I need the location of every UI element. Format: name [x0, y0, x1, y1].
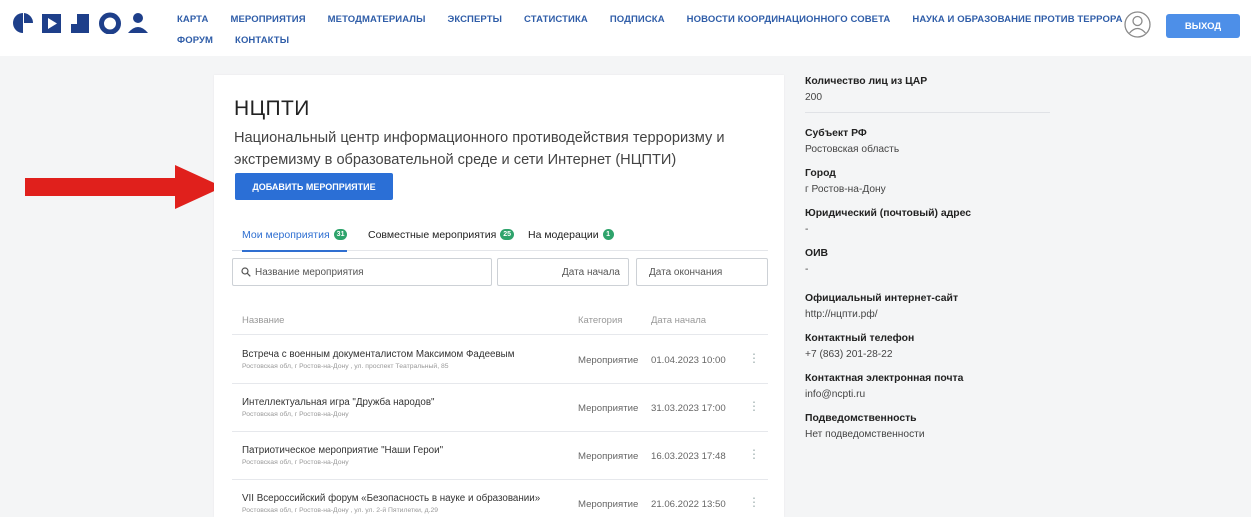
search-icon [241, 267, 251, 277]
column-header-name[interactable]: Название [242, 315, 284, 326]
info-value: Ростовская область [805, 144, 900, 155]
tab-my-events[interactable]: Мои мероприятия 31 [242, 218, 348, 252]
date-end-placeholder: Дата окончания [649, 266, 723, 278]
table-row[interactable]: VII Всероссийский форум «Безопасность в … [232, 480, 768, 517]
event-date: 16.03.2023 17:48 [651, 451, 726, 462]
info-item-phone: Контактный телефон +7 (863) 201-28-22 [805, 333, 1055, 360]
event-title[interactable]: VII Всероссийский форум «Безопасность в … [242, 493, 540, 504]
column-header-start-date[interactable]: Дата начала [651, 315, 706, 326]
event-date: 31.03.2023 17:00 [651, 403, 726, 414]
date-end-input[interactable]: Дата окончания [636, 258, 768, 286]
date-start-input[interactable]: Дата начала [497, 258, 629, 286]
event-category: Мероприятие [578, 403, 639, 414]
event-category: Мероприятие [578, 355, 639, 366]
count-badge: 25 [500, 229, 515, 240]
organization-full-name: Национальный центр информационного проти… [234, 130, 725, 168]
event-category: Мероприятие [578, 499, 639, 510]
event-title[interactable]: Интеллектуальная игра "Дружба народов" [242, 397, 435, 408]
column-header-category[interactable]: Категория [578, 315, 622, 326]
table-row[interactable]: Интеллектуальная игра "Дружба народов" Р… [232, 384, 768, 432]
info-label: Город [805, 168, 836, 179]
info-item-region: Субъект РФ Ростовская область [805, 128, 1055, 155]
info-value[interactable]: info@ncpti.ru [805, 389, 1055, 400]
nav-item-subscription[interactable]: ПОДПИСКА [610, 14, 665, 25]
info-value: +7 (863) 201-28-22 [805, 349, 893, 360]
logout-button[interactable]: ВЫХОД [1166, 14, 1240, 38]
info-value: - [805, 264, 809, 275]
info-label: Количество лиц из ЦАР [805, 76, 928, 87]
search-input[interactable]: Название мероприятия [232, 258, 492, 286]
organization-info-panel: Количество лиц из ЦАР 200 Субъект РФ Рос… [805, 76, 1055, 440]
info-item-car-count: Количество лиц из ЦАР 200 [805, 76, 1055, 103]
info-item-email: Контактная электронная почта info@ncpti.… [805, 373, 1055, 400]
info-label: Контактный телефон [805, 333, 915, 344]
page-title: НЦПТИ [234, 97, 310, 120]
top-header: КАРТА МЕРОПРИЯТИЯ МЕТОДМАТЕРИАЛЫ ЭКСПЕРТ… [0, 0, 1251, 56]
event-title[interactable]: Встреча с военным документалистом Максим… [242, 349, 514, 360]
event-address: Ростовская обл, г Ростов-на-Дону , ул. у… [242, 507, 439, 514]
nav-item-contacts[interactable]: КОНТАКТЫ [235, 35, 289, 46]
event-category: Мероприятие [578, 451, 639, 462]
event-title[interactable]: Патриотическое мероприятие "Наши Герои" [242, 445, 443, 456]
nav-item-map[interactable]: КАРТА [177, 14, 208, 25]
events-tabs: Мои мероприятия 31 Совместные мероприяти… [232, 218, 768, 252]
date-start-placeholder: Дата начала [562, 266, 620, 278]
info-label: Юридический (почтовый) адрес [805, 208, 972, 219]
nav-item-science-vs-terror[interactable]: НАУКА И ОБРАЗОВАНИЕ ПРОТИВ ТЕРРОРА [912, 14, 1122, 25]
info-item-city: Город г Ростов-на-Дону [805, 168, 1055, 195]
nav-item-council-news[interactable]: НОВОСТИ КООРДИНАЦИОННОГО СОВЕТА [687, 14, 891, 25]
info-value[interactable]: http://нцпти.рф/ [805, 309, 1055, 320]
table-row[interactable]: Патриотическое мероприятие "Наши Герои" … [232, 432, 768, 480]
table-row[interactable]: Встреча с военным документалистом Максим… [232, 336, 768, 384]
info-item-legal-address: Юридический (почтовый) адрес - [805, 208, 1055, 235]
info-label: Контактная электронная почта [805, 373, 964, 384]
tab-joint-events[interactable]: Совместные мероприятия 25 [368, 218, 515, 251]
info-label: ОИВ [805, 248, 829, 259]
logo-icon[interactable] [12, 12, 162, 34]
main-nav: КАРТА МЕРОПРИЯТИЯ МЕТОДМАТЕРИАЛЫ ЭКСПЕРТ… [177, 10, 1122, 49]
info-value: - [805, 224, 809, 235]
info-value: г Ростов-на-Дону [805, 184, 886, 195]
info-item-website: Официальный интернет-сайт http://нцпти.р… [805, 293, 1055, 320]
info-value: 200 [805, 92, 822, 103]
red-arrow-icon [25, 165, 223, 209]
event-date: 01.04.2023 10:00 [651, 355, 726, 366]
more-vertical-icon[interactable]: ⋮ [748, 496, 760, 508]
event-address: Ростовская обл, г Ростов-на-Дону [242, 411, 349, 418]
info-item-oiv: ОИВ - [805, 248, 1055, 275]
search-placeholder: Название мероприятия [255, 266, 364, 278]
nav-row-1: КАРТА МЕРОПРИЯТИЯ МЕТОДМАТЕРИАЛЫ ЭКСПЕРТ… [177, 10, 1122, 28]
nav-item-materials[interactable]: МЕТОДМАТЕРИАЛЫ [328, 14, 426, 25]
more-vertical-icon[interactable]: ⋮ [748, 448, 760, 460]
nav-item-events[interactable]: МЕРОПРИЯТИЯ [230, 14, 305, 25]
table-header: Название Категория Дата начала [232, 307, 768, 335]
event-address: Ростовская обл, г Ростов-на-Дону [242, 459, 349, 466]
info-value: Нет подведомственности [805, 429, 925, 440]
organization-card: НЦПТИ Национальный центр информационного… [214, 75, 784, 517]
info-label: Официальный интернет-сайт [805, 293, 959, 304]
nav-item-experts[interactable]: ЭКСПЕРТЫ [447, 14, 502, 25]
tab-label: На модерации [528, 228, 599, 241]
nav-row-2: ФОРУМ КОНТАКТЫ [177, 31, 1097, 49]
profile-icon[interactable] [1124, 11, 1151, 38]
tab-moderation[interactable]: На модерации 1 [528, 218, 614, 251]
nav-item-statistics[interactable]: СТАТИСТИКА [524, 14, 588, 25]
info-label: Субъект РФ [805, 128, 867, 139]
divider [805, 112, 1050, 113]
event-address: Ростовская обл, г Ростов-на-Дону , ул. п… [242, 363, 449, 370]
info-item-subordination: Подведомственность Нет подведомственност… [805, 413, 1055, 440]
more-vertical-icon[interactable]: ⋮ [748, 400, 760, 412]
count-badge: 31 [333, 229, 348, 240]
count-badge: 1 [602, 229, 614, 240]
nav-item-forum[interactable]: ФОРУМ [177, 35, 213, 46]
more-vertical-icon[interactable]: ⋮ [748, 352, 760, 364]
tab-label: Мои мероприятия [242, 228, 330, 241]
event-date: 21.06.2022 13:50 [651, 499, 726, 510]
info-label: Подведомственность [805, 413, 917, 424]
add-event-button[interactable]: ДОБАВИТЬ МЕРОПРИЯТИЕ [235, 173, 393, 200]
tab-label: Совместные мероприятия [368, 228, 497, 241]
